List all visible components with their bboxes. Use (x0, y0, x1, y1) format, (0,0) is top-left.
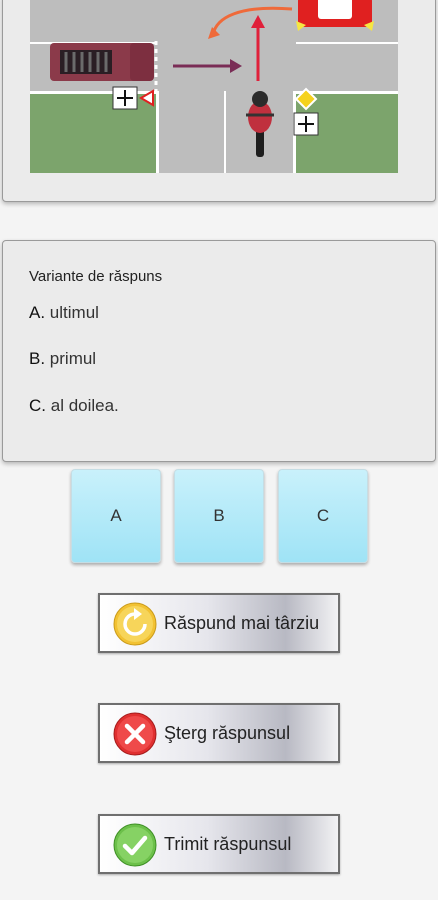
submit-answer-label: Trimit răspunsul (164, 834, 292, 854)
option-letter: A. (29, 303, 46, 322)
grass-left (30, 91, 159, 173)
submit-answer-button[interactable]: Trimit răspunsul (98, 814, 340, 874)
choice-b-button[interactable]: B (174, 469, 264, 563)
clear-answer-label: Şterg răspunsul (164, 723, 291, 743)
option-letter: C. (29, 396, 46, 415)
choice-c-button[interactable]: C (278, 469, 368, 563)
refresh-icon (113, 602, 157, 646)
car-icon (296, 0, 374, 31)
junction-sign-icon (112, 86, 138, 110)
option-c: C. al doilea. (29, 396, 119, 416)
truck-icon (50, 43, 154, 81)
option-a: A. ultimul (29, 303, 99, 323)
option-text: primul (49, 349, 97, 368)
junction-sign-icon-right (293, 112, 319, 136)
question-image-card (2, 0, 436, 202)
close-icon (113, 712, 157, 756)
answer-later-button[interactable]: Răspund mai târziu (98, 593, 340, 653)
answers-card: Variante de răspuns A. ultimul B. primul… (2, 240, 436, 462)
choice-a-button[interactable]: A (71, 469, 161, 563)
intersection-scene (30, 0, 398, 173)
option-text: al doilea. (50, 396, 119, 415)
answers-title: Variante de răspuns (29, 268, 163, 285)
answer-later-label: Răspund mai târziu (164, 613, 320, 633)
option-text: ultimul (49, 303, 99, 322)
clear-answer-button[interactable]: Şterg răspunsul (98, 703, 340, 763)
checkmark-icon (113, 823, 157, 867)
option-b: B. primul (29, 349, 96, 369)
option-letter: B. (29, 349, 46, 368)
